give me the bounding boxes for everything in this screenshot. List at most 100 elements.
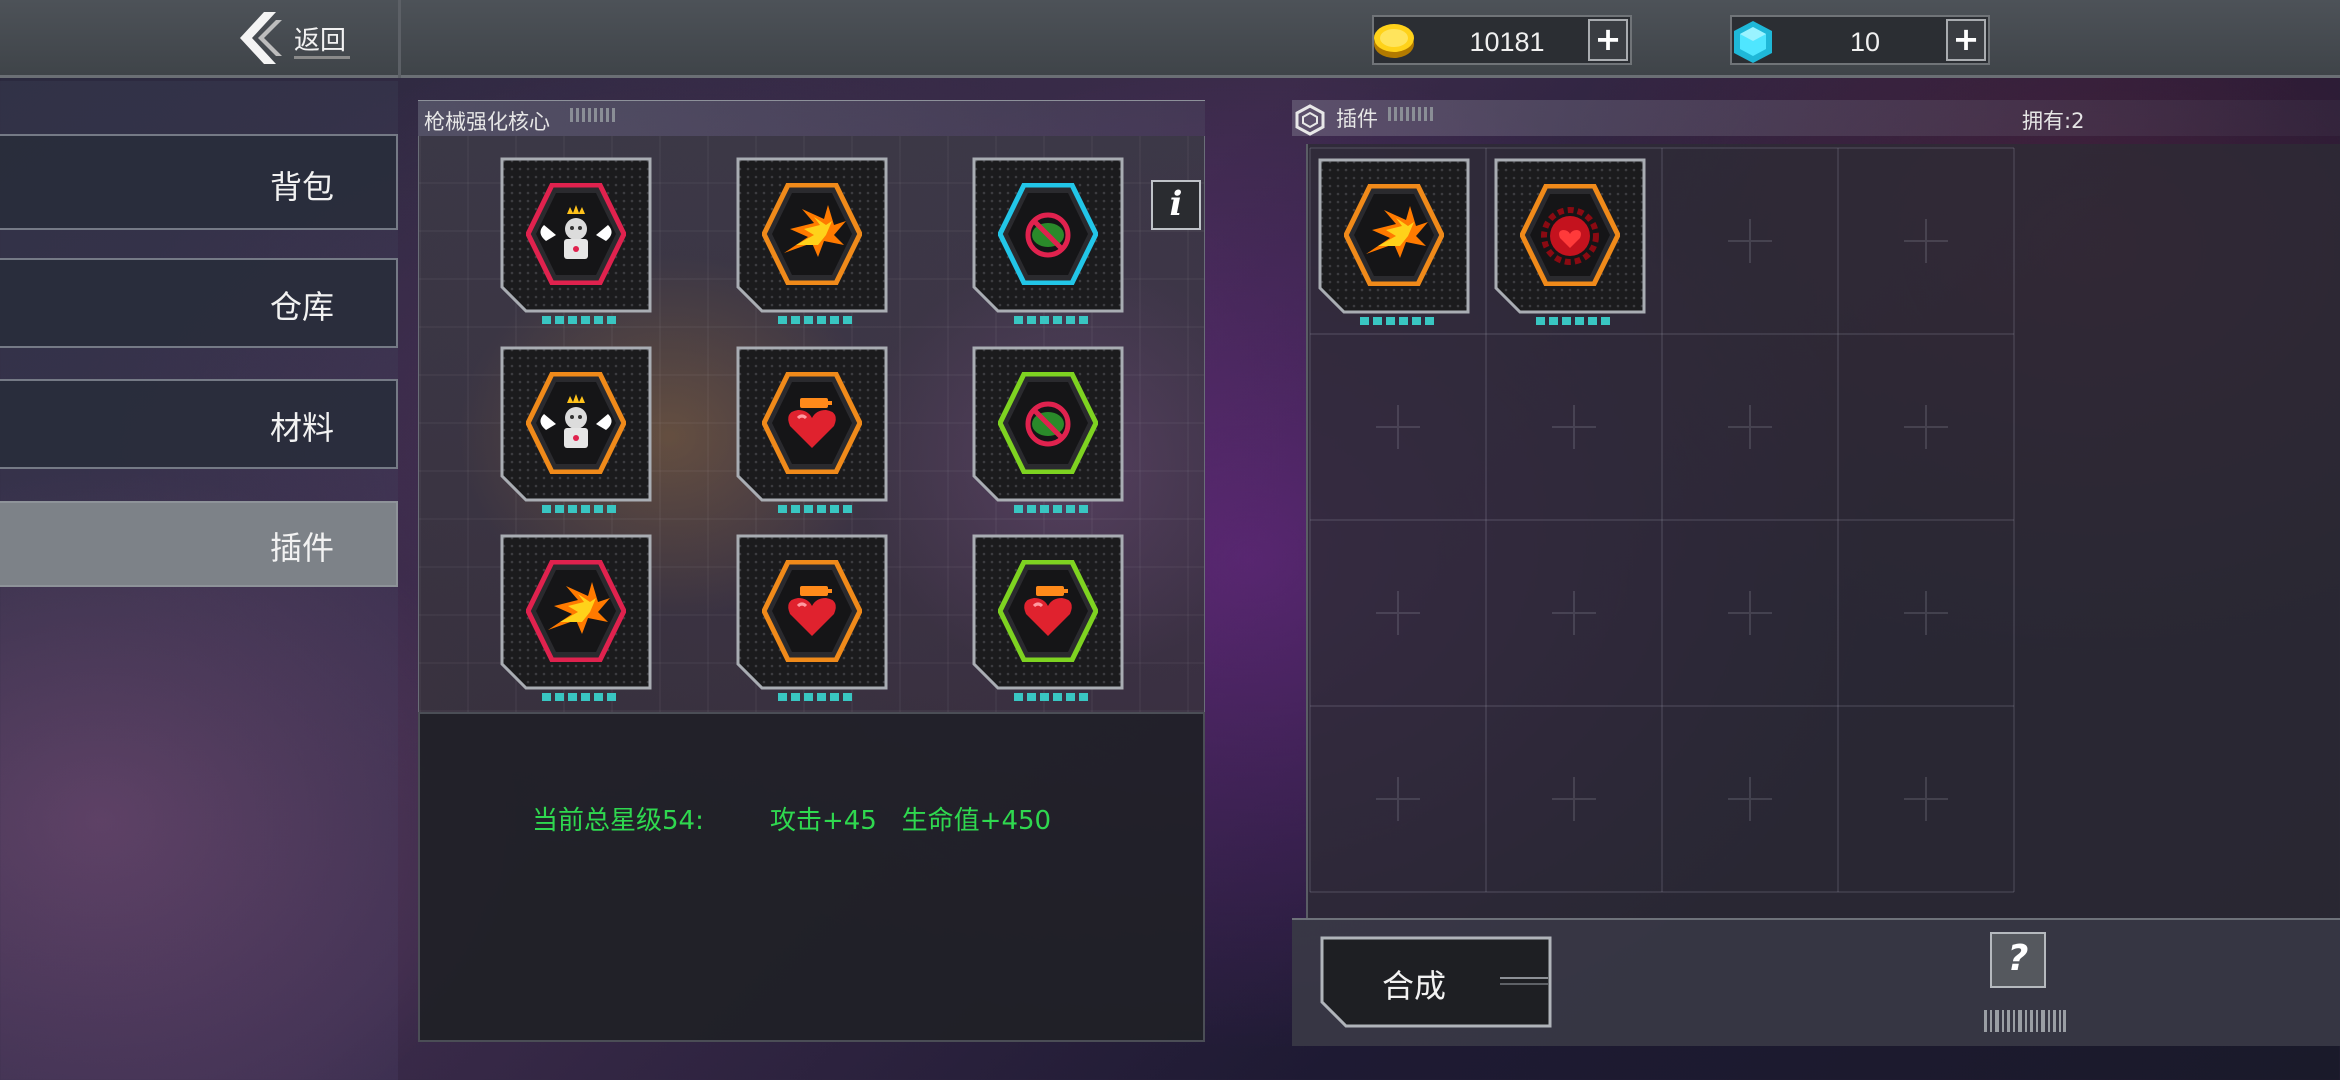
star-pip (791, 693, 800, 701)
star-pip (1601, 317, 1610, 325)
star-pip (1360, 317, 1369, 325)
star-pip (843, 316, 852, 324)
star-pip (778, 316, 787, 324)
core-slot[interactable] (500, 157, 652, 324)
star-pip (581, 505, 590, 513)
star-pip (594, 693, 603, 701)
star-pip (1053, 316, 1062, 324)
core-slot[interactable] (500, 346, 652, 513)
sidebar-item-materials[interactable]: 材料 (0, 379, 398, 469)
star-pip (581, 316, 590, 324)
cyan-gem-icon (1734, 21, 1772, 63)
plugin-hex-icon (1295, 104, 1325, 136)
star-row (542, 498, 632, 513)
star-pip (830, 693, 839, 701)
star-pip (1027, 316, 1036, 324)
star-pip (555, 693, 564, 701)
heart-battery-icon (762, 560, 862, 662)
sidebar-item-label: 背包 (269, 168, 334, 206)
core-slot[interactable] (972, 157, 1124, 324)
star-pip (817, 693, 826, 701)
back-button[interactable]: 返回 (236, 12, 366, 64)
star-pip (1079, 693, 1088, 701)
star-pip (594, 316, 603, 324)
star-pip (817, 316, 826, 324)
fire-burst-icon (762, 183, 862, 285)
star-total-label: 当前总星级54: (532, 806, 704, 836)
star-pip (830, 316, 839, 324)
star-pip (607, 316, 616, 324)
no-poison-icon (998, 183, 1098, 285)
gem-amount: 10 (1849, 27, 1881, 57)
star-pip (555, 316, 564, 324)
core-slot[interactable] (972, 534, 1124, 701)
star-pip (581, 693, 590, 701)
star-pip (568, 505, 577, 513)
back-underline (294, 56, 350, 59)
star-row (1014, 686, 1104, 701)
star-pip (1549, 317, 1558, 325)
star-pip (1053, 693, 1062, 701)
star-pip (804, 693, 813, 701)
star-pip (1040, 316, 1049, 324)
sidebar-item-label: 材料 (269, 409, 334, 447)
star-pip (1386, 317, 1395, 325)
sidebar-item-backpack[interactable]: 背包 (0, 134, 398, 230)
star-pip (542, 505, 551, 513)
core-title: 枪械强化核心 (424, 110, 550, 134)
star-pip (843, 505, 852, 513)
star-pip (843, 693, 852, 701)
star-pip (1040, 505, 1049, 513)
no-poison-icon (998, 372, 1098, 474)
star-pip (1373, 317, 1382, 325)
star-pip (607, 505, 616, 513)
compose-button[interactable]: 合成 (1320, 936, 1552, 1028)
add-gem-button[interactable]: + (1946, 19, 1986, 61)
star-bonus-box: 当前总星级54: 攻击+45 生命值+450 (418, 712, 1205, 1042)
star-pip (1575, 317, 1584, 325)
star-row (778, 309, 868, 324)
star-pip (778, 505, 787, 513)
star-row (542, 309, 632, 324)
core-slot[interactable] (736, 346, 888, 513)
plugin-footer: 合成 ? (1292, 918, 2340, 1046)
star-bonus-text: 当前总星级54: 攻击+45 生命值+450 (532, 800, 1051, 837)
help-button[interactable]: ? (1990, 932, 2046, 988)
star-pip (1066, 693, 1075, 701)
red-gear-heart-icon (1520, 184, 1620, 286)
core-slot[interactable] (736, 157, 888, 324)
core-slot[interactable] (500, 534, 652, 701)
add-gold-button[interactable]: + (1588, 19, 1628, 61)
plugin-slot[interactable] (1318, 158, 1470, 325)
star-pip (1014, 693, 1023, 701)
barcode-decoration (1984, 1010, 2066, 1032)
sidebar-item-plugins[interactable]: 插件 (0, 501, 398, 587)
star-pip (1079, 316, 1088, 324)
angel-robot-icon (526, 183, 626, 285)
star-pip (1053, 505, 1062, 513)
star-pip (1412, 317, 1421, 325)
star-pip (791, 316, 800, 324)
gold-amount: 10181 (1469, 27, 1545, 57)
star-pip (1014, 505, 1023, 513)
star-pip (778, 693, 787, 701)
star-pip (804, 505, 813, 513)
star-pip (1588, 317, 1597, 325)
hp-bonus: 生命值+450 (901, 806, 1052, 836)
core-slot[interactable] (736, 534, 888, 701)
star-row (1360, 310, 1450, 325)
star-pip (542, 693, 551, 701)
sidebar-item-label: 仓库 (269, 288, 334, 326)
sidebar-item-warehouse[interactable]: 仓库 (0, 258, 398, 348)
plugin-slot[interactable] (1494, 158, 1646, 325)
sidebar-item-label: 插件 (269, 529, 334, 567)
info-button[interactable]: i (1151, 180, 1201, 230)
heart-battery-icon (998, 560, 1098, 662)
back-label: 返回 (294, 25, 347, 55)
star-pip (542, 316, 551, 324)
star-pip (1027, 505, 1036, 513)
topbar-divider (398, 0, 401, 78)
core-slot[interactable] (972, 346, 1124, 513)
star-pip (607, 693, 616, 701)
star-pip (1399, 317, 1408, 325)
